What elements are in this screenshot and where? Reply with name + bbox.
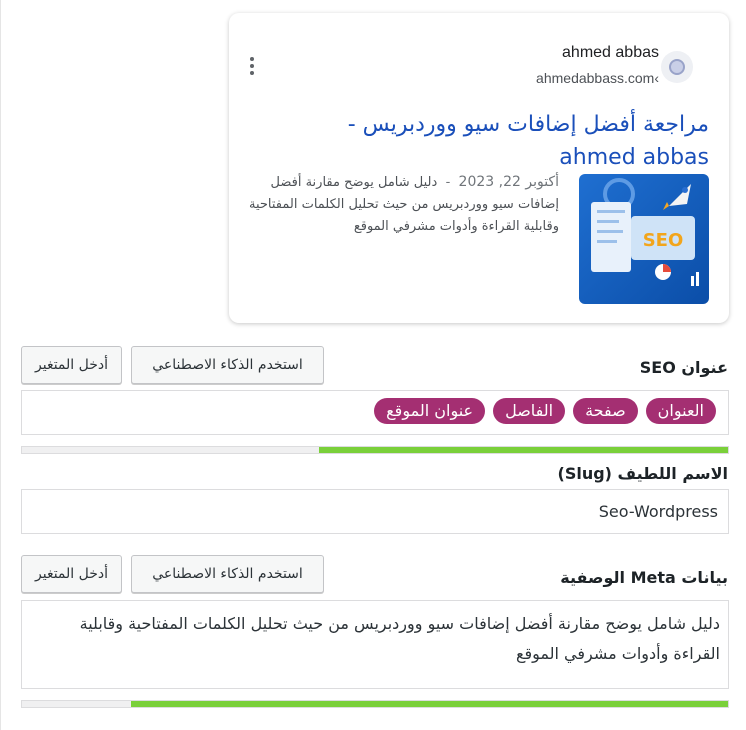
meta-description-label: بيانات Meta الوصفية <box>560 568 728 587</box>
preview-date: أكتوبر 22, 2023 <box>458 174 559 190</box>
seo-title-input[interactable]: العنوان صفحة الفاصل عنوان الموقع <box>21 390 729 435</box>
seo-title-variable-chip[interactable]: الفاصل <box>493 398 566 424</box>
preview-snippet: أكتوبر 22, 2023 - دليل شامل يوضح مقارنة … <box>244 171 559 238</box>
meta-description-value: دليل شامل يوضح مقارنة أفضل إضافات سيو وو… <box>79 614 720 663</box>
slug-value: Seo-Wordpress <box>598 502 718 521</box>
seo-title-progress-fill <box>318 447 728 453</box>
site-favicon <box>661 51 693 83</box>
more-options-icon[interactable] <box>248 57 254 78</box>
slug-input[interactable]: Seo-Wordpress <box>21 489 729 534</box>
seo-title-variable-chip[interactable]: صفحة <box>573 398 638 424</box>
meta-insert-variable-button[interactable]: أدخل المتغير <box>21 555 122 593</box>
preview-title[interactable]: مراجعة أفضل إضافات سيو ووردبريس - ahmed … <box>279 108 709 174</box>
globe-icon <box>669 59 685 75</box>
seo-title-variable-chip[interactable]: عنوان الموقع <box>374 398 486 424</box>
seo-illustration: SEO <box>579 174 709 304</box>
meta-ai-button[interactable]: استخدم الذكاء الاصطناعي <box>131 555 324 593</box>
seo-title-chips: العنوان صفحة الفاصل عنوان الموقع <box>22 391 728 431</box>
slug-label: الاسم اللطيف (Slug) <box>557 464 729 483</box>
seo-title-ai-button[interactable]: استخدم الذكاء الاصطناعي <box>131 346 324 384</box>
preview-separator: - <box>445 175 451 190</box>
preview-thumbnail: SEO <box>579 174 709 304</box>
thumbnail-text: SEO <box>643 230 684 251</box>
preview-site-url: ahmedabbass.com‹ <box>536 70 659 86</box>
seo-title-label: عنوان SEO <box>639 358 728 377</box>
meta-description-textarea[interactable]: دليل شامل يوضح مقارنة أفضل إضافات سيو وو… <box>21 600 729 689</box>
panel-left-border <box>0 0 1 730</box>
seo-title-insert-variable-button[interactable]: أدخل المتغير <box>21 346 122 384</box>
meta-description-length-progress <box>21 700 729 708</box>
seo-title-length-progress <box>21 446 729 454</box>
meta-progress-fill <box>131 701 728 707</box>
seo-title-variable-chip[interactable]: العنوان <box>645 398 716 424</box>
google-preview-card: ahmed abbas ahmedabbass.com‹ مراجعة أفضل… <box>229 13 729 323</box>
preview-site-name: ahmed abbas <box>562 44 659 61</box>
